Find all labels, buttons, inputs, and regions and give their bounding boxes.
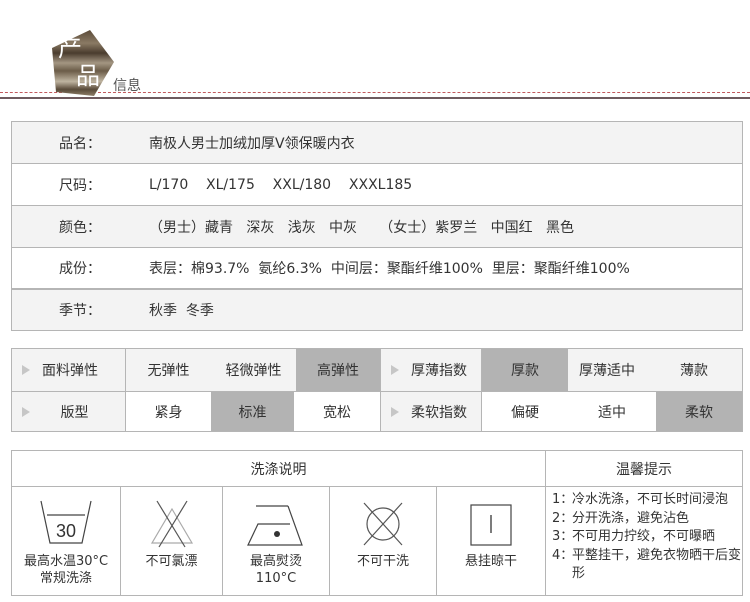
option-thickness-2: 薄款 [646,349,742,391]
option-softness-1: 适中 [568,392,656,431]
tip-item: 4： 平整挂干，避免衣物晒干后变形 [552,547,742,584]
option-thickness-1: 厚薄适中 [568,349,646,391]
info-label: 品名： [59,135,101,152]
triangle-right-icon [22,406,30,417]
section-header: 产 品 信息 [0,0,750,110]
wash-item: 不可干洗 [330,487,437,595]
care-tips: 温馨提示 1： 冷水洗涤，不可长时间浸泡 2： 分开洗涤，避免沾色 3： 不可用… [546,451,742,595]
option-softness-2-selected: 柔软 [656,392,742,431]
tip-item: 1： 冷水洗涤，不可长时间浸泡 [552,491,742,510]
tip-number: 3： [552,529,574,544]
wash-icons-row: 30 最高水温30°C 常规洗涤 不可氯漂 最高熨烫 110°C 不可干洗 悬挂… [12,487,545,595]
tips-title: 温馨提示 [546,451,742,487]
info-value: 南极人男士加绒加厚V领保暖内衣 [149,135,355,152]
attribute-label: 柔软指数 [411,404,467,421]
wash-30-icon: 30 [40,500,92,544]
attribute-label: 面料弹性 [42,363,98,379]
wash-temp-text: 30 [56,521,76,541]
option-elasticity-1: 轻微弹性 [211,349,296,391]
line-dry-icon [470,504,512,546]
info-value: 表层：棉93.7% 氨纶6.3% 中间层：聚酯纤维100% 里层：聚酯纤维100… [149,261,630,277]
attribute-label: 厚薄指数 [411,363,467,379]
info-row-name: 品名： 南极人男士加绒加厚V领保暖内衣 [12,122,742,164]
attribute-heading-softness: 柔软指数 [380,392,482,431]
info-value: L/170 XL/175 XXL/180 XXXL185 [149,176,413,193]
triangle-right-icon [391,406,399,417]
attribute-heading-thickness: 厚薄指数 [380,349,482,391]
tip-number: 4： [552,547,574,563]
tip-text: 冷水洗涤，不可长时间浸泡 [572,492,729,507]
tip-number: 1： [552,492,574,507]
tip-text: 不可用力拧绞，不可曝晒 [572,529,716,544]
tip-text: 分开洗涤，避免沾色 [572,510,690,526]
wash-caption: 最高熨烫 110°C [249,554,302,586]
tip-text: 平整挂干，避免衣物晒干后变形 [572,547,742,582]
wash-caption: 不可氯漂 [145,554,198,569]
option-fit-2: 宽松 [294,392,380,431]
attribute-heading-fit: 版型 [12,392,126,431]
info-row-color: 颜色： （男士）藏青 深灰 浅灰 中灰 （女士）紫罗兰 中国红 黑色 [12,206,742,248]
dashed-divider-right [98,92,750,93]
iron-110-icon [247,505,303,546]
info-value: 秋季 冬季 [149,303,214,319]
wash-caption: 悬挂晾干 [464,554,517,569]
wash-caption: 最高水温30°C 常规洗涤 [23,554,109,586]
info-label: 季节： [59,303,101,319]
care-instructions-table: 洗涤说明 30 最高水温30°C 常规洗涤 不可氯漂 最高熨烫 110°C 不可… [11,450,743,596]
no-dry-clean-icon [363,502,403,546]
title-char-1: 产 [58,34,82,62]
option-fit-1-selected: 标准 [211,392,294,431]
wash-item: 不可氯漂 [121,487,223,595]
info-value: （男士）藏青 深灰 浅灰 中灰 （女士）紫罗兰 中国红 黑色 [149,219,575,236]
attribute-row-1: 面料弹性 无弹性 轻微弹性 高弹性 厚薄指数 厚款 厚薄适中 薄款 [12,349,742,391]
attribute-heading-elasticity: 面料弹性 [12,349,126,391]
option-elasticity-2-selected: 高弹性 [296,349,380,391]
product-info-table: 品名： 南极人男士加绒加厚V领保暖内衣 尺码： L/170 XL/175 XXL… [11,121,743,331]
wash-item: 最高熨烫 110°C [223,487,330,595]
tip-number: 2： [552,510,574,526]
wash-title: 洗涤说明 [12,451,545,487]
tips-list: 1： 冷水洗涤，不可长时间浸泡 2： 分开洗涤，避免沾色 3： 不可用力拧绞，不… [546,487,742,584]
attribute-label: 版型 [60,404,89,421]
info-label: 成份： [59,261,101,277]
wash-item: 30 最高水温30°C 常规洗涤 [12,487,121,595]
option-elasticity-0: 无弹性 [126,349,211,391]
wash-item: 悬挂晾干 [437,487,545,595]
attribute-row-2: 版型 紧身 标准 宽松 柔软指数 偏硬 适中 柔软 [12,391,742,431]
info-row-material: 成份： 表层：棉93.7% 氨纶6.3% 中间层：聚酯纤维100% 里层：聚酯纤… [12,248,742,290]
tip-item: 2： 分开洗涤，避免沾色 [552,510,742,529]
option-softness-0: 偏硬 [482,392,568,431]
title-char-2: 品 [76,62,100,90]
triangle-right-icon [391,365,399,375]
tip-item: 3： 不可用力拧绞，不可曝晒 [552,528,742,547]
attribute-grid: 面料弹性 无弹性 轻微弹性 高弹性 厚薄指数 厚款 厚薄适中 薄款 版型 紧身 … [11,348,743,432]
solid-divider [0,97,750,99]
info-label: 颜色： [59,219,101,236]
info-label: 尺码： [59,177,101,194]
option-fit-0: 紧身 [126,392,211,431]
section-title: 信息 [113,78,141,94]
info-row-size: 尺码： L/170 XL/175 XXL/180 XXXL185 [12,164,742,206]
triangle-right-icon [22,365,30,375]
no-bleach-icon [150,500,193,548]
wash-instructions: 洗涤说明 30 最高水温30°C 常规洗涤 不可氯漂 最高熨烫 110°C 不可… [12,451,546,595]
wash-caption: 不可干洗 [356,554,409,569]
info-row-season: 季节： 秋季 冬季 [12,290,742,330]
option-thickness-0-selected: 厚款 [482,349,568,391]
